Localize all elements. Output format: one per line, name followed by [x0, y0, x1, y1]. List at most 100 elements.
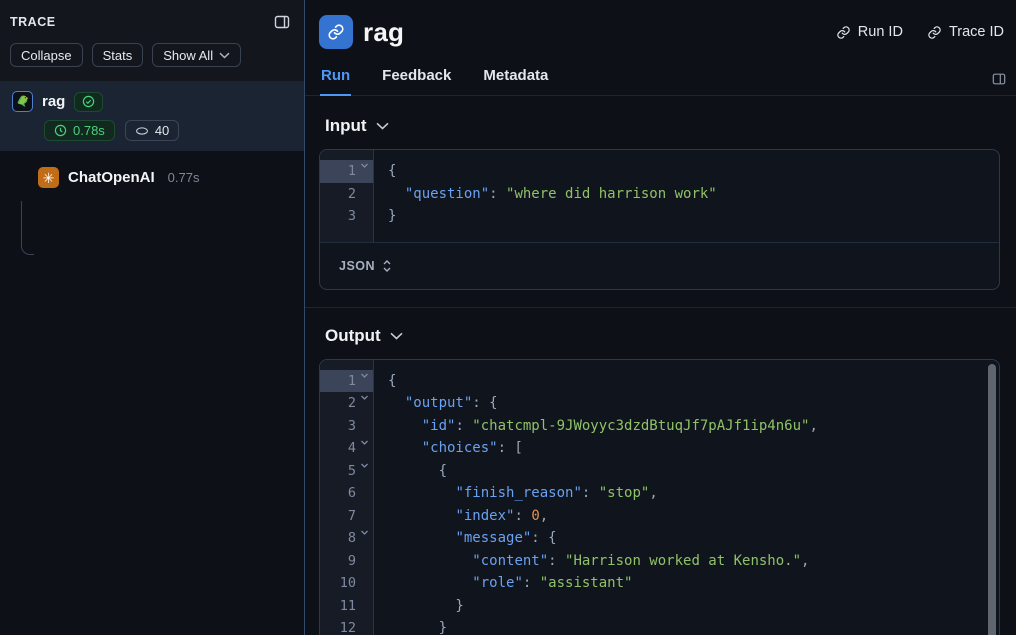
line-gutter: 12	[320, 617, 373, 635]
run-tabs: Run Feedback Metadata	[305, 59, 1016, 96]
line-number: 2	[348, 392, 356, 415]
code-line-text: {	[373, 160, 396, 183]
fold-toggle-icon[interactable]	[360, 528, 369, 537]
tree-node-chatopenai[interactable]: ✳ ChatOpenAI 0.77s	[0, 157, 304, 198]
output-section: Output 1{2 "output": {3 "id": "chatcmpl-…	[305, 307, 1016, 635]
chevron-down-icon	[219, 52, 230, 59]
chain-link-icon	[319, 15, 353, 49]
trace-id-button[interactable]: Trace ID	[927, 24, 1004, 40]
clock-icon	[54, 124, 67, 137]
code-line-text: "id": "chatcmpl-9JWoyyc3dzdBtuqJf7pAJf1i…	[373, 415, 818, 438]
openai-icon: ✳	[38, 167, 59, 188]
code-line: 2 "output": {	[320, 392, 999, 415]
line-number: 3	[348, 205, 356, 228]
line-number: 7	[348, 505, 356, 528]
line-gutter: 5	[320, 460, 373, 483]
code-line: 3}	[320, 205, 999, 228]
tree-node-rag[interactable]: rag 0.78s	[0, 81, 304, 151]
code-line: 4 "choices": [	[320, 437, 999, 460]
line-gutter: 2	[320, 392, 373, 415]
tab-run[interactable]: Run	[320, 61, 351, 96]
format-label: JSON	[339, 259, 375, 273]
code-line-text: "choices": [	[373, 437, 523, 460]
tab-feedback[interactable]: Feedback	[381, 61, 452, 96]
line-number: 10	[340, 572, 356, 595]
output-section-toggle[interactable]: Output	[319, 308, 1000, 359]
line-number: 9	[348, 550, 356, 573]
fold-toggle-icon[interactable]	[360, 461, 369, 470]
collapse-button-label: Collapse	[21, 48, 72, 63]
line-gutter: 6	[320, 482, 373, 505]
code-line: 1{	[320, 370, 999, 393]
run-detail-panel: rag Run ID Trace ID Run Feedba	[305, 0, 1016, 635]
input-code-editor: 1{2 "question": "where did harrison work…	[319, 149, 1000, 290]
collapse-button[interactable]: Collapse	[10, 43, 83, 67]
output-section-title: Output	[325, 326, 381, 346]
line-gutter: 7	[320, 505, 373, 528]
fold-toggle-icon[interactable]	[360, 371, 369, 380]
code-line-text: }	[373, 617, 447, 635]
line-number: 12	[340, 617, 356, 635]
success-check-icon	[74, 92, 103, 112]
line-gutter: 3	[320, 205, 373, 228]
duration-badge: 0.78s	[44, 120, 115, 141]
line-gutter: 8	[320, 527, 373, 550]
stats-button-label: Stats	[103, 48, 133, 63]
collapse-sidebar-icon[interactable]	[274, 14, 290, 30]
code-line: 2 "question": "where did harrison work"	[320, 183, 999, 206]
line-number: 2	[348, 183, 356, 206]
run-id-label: Run ID	[858, 24, 903, 40]
code-line-text: "index": 0,	[373, 505, 548, 528]
tokens-badge: 40	[125, 120, 179, 141]
code-line: 12 }	[320, 617, 999, 635]
show-all-dropdown[interactable]: Show All	[152, 43, 241, 67]
tokens-value: 40	[155, 123, 169, 138]
run-id-button[interactable]: Run ID	[836, 24, 903, 40]
code-line: 11 }	[320, 595, 999, 618]
line-gutter: 3	[320, 415, 373, 438]
stats-button[interactable]: Stats	[92, 43, 144, 67]
line-gutter: 11	[320, 595, 373, 618]
trace-tree: rag 0.78s	[0, 81, 304, 635]
code-line: 8 "message": {	[320, 527, 999, 550]
scrollbar-thumb[interactable]	[988, 364, 996, 635]
code-line-text: {	[373, 460, 447, 483]
code-line-text: "content": "Harrison worked at Kensho.",	[373, 550, 809, 573]
tree-node-chatopenai-label: ChatOpenAI	[68, 169, 155, 186]
sidebar-header: TRACE Collapse Stats Show All	[0, 0, 304, 81]
code-line-text: "role": "assistant"	[373, 572, 632, 595]
code-line: 1{	[320, 160, 999, 183]
sidebar-title: TRACE	[10, 15, 56, 29]
token-icon	[135, 126, 149, 136]
line-gutter: 2	[320, 183, 373, 206]
line-gutter: 9	[320, 550, 373, 573]
updown-chevrons-icon	[382, 259, 392, 273]
split-panel-icon[interactable]	[992, 72, 1006, 86]
input-section-title: Input	[325, 116, 367, 136]
format-selector[interactable]: JSON	[320, 242, 999, 289]
run-title: rag	[363, 17, 404, 48]
code-line: 3 "id": "chatcmpl-9JWoyyc3dzdBtuqJf7pAJf…	[320, 415, 999, 438]
output-code-editor: 1{2 "output": {3 "id": "chatcmpl-9JWoyyc…	[319, 359, 1000, 635]
code-line: 6 "finish_reason": "stop",	[320, 482, 999, 505]
tree-connector-line	[21, 201, 34, 255]
trace-id-label: Trace ID	[949, 24, 1004, 40]
line-number: 6	[348, 482, 356, 505]
duration-value: 0.78s	[73, 123, 105, 138]
line-number: 1	[348, 160, 356, 183]
trace-sidebar: TRACE Collapse Stats Show All	[0, 0, 305, 635]
input-section-toggle[interactable]: Input	[319, 96, 1000, 149]
fold-toggle-icon[interactable]	[360, 393, 369, 402]
code-line: 5 {	[320, 460, 999, 483]
code-line-text: "message": {	[373, 527, 557, 550]
run-header: rag Run ID Trace ID	[305, 0, 1016, 59]
code-line-text: {	[373, 370, 396, 393]
chatopenai-duration: 0.77s	[168, 170, 200, 185]
link-icon	[927, 25, 942, 40]
trace-viewer: TRACE Collapse Stats Show All	[0, 0, 1016, 635]
fold-toggle-icon[interactable]	[360, 438, 369, 447]
fold-toggle-icon[interactable]	[360, 161, 369, 170]
line-gutter: 4	[320, 437, 373, 460]
tab-metadata[interactable]: Metadata	[482, 61, 549, 96]
line-gutter: 10	[320, 572, 373, 595]
